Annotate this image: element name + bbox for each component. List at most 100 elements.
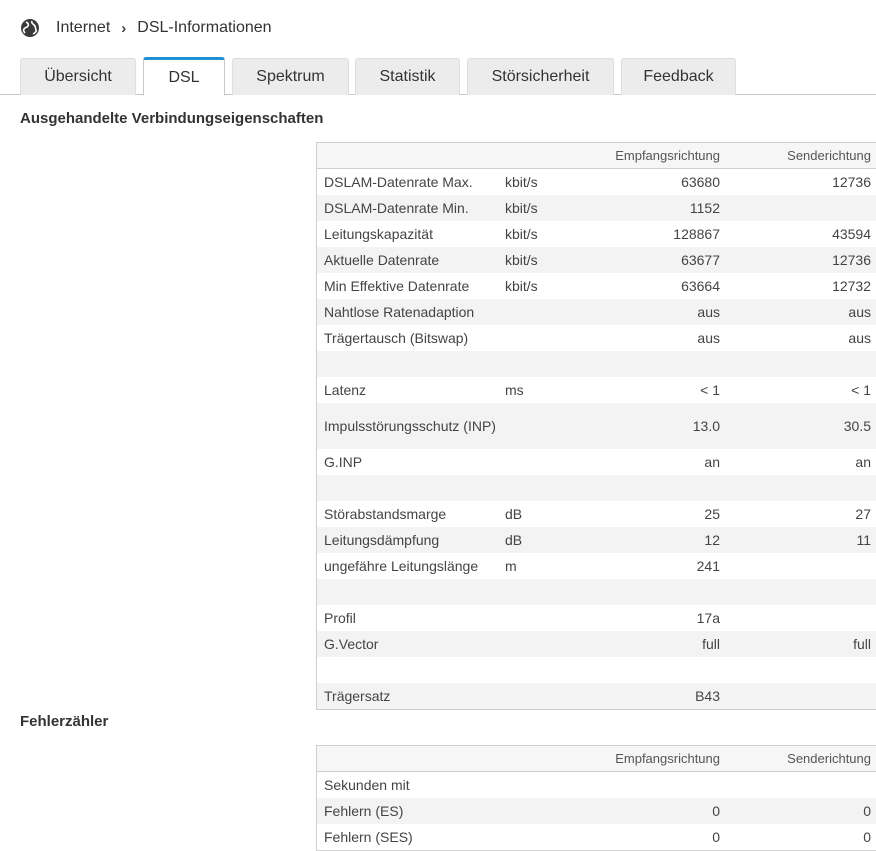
- row-recv-value: 63664: [681, 278, 720, 294]
- tab-statistik[interactable]: Statistik: [355, 58, 460, 95]
- table-row: [317, 351, 876, 377]
- table-row: Nahtlose Ratenadaption aus aus: [317, 299, 876, 325]
- row-label: [324, 351, 504, 377]
- table-header: Empfangsrichtung Senderichtung: [317, 746, 876, 772]
- table-row: Trägersatz B43: [317, 683, 876, 709]
- row-recv-value: aus: [697, 304, 720, 320]
- row-unit: kbit/s: [505, 226, 538, 242]
- row-send-value: 12732: [832, 278, 871, 294]
- row-label: DSLAM-Datenrate Max.: [324, 173, 473, 190]
- table-row: Leitungskapazität kbit/s 128867 43594: [317, 221, 876, 247]
- table-row: Fehlern (ES) 0 0: [317, 798, 876, 824]
- connection-properties-table: Empfangsrichtung Senderichtung DSLAM-Dat…: [316, 142, 876, 710]
- breadcrumb-internet[interactable]: Internet: [56, 19, 110, 37]
- table-header: Empfangsrichtung Senderichtung: [317, 143, 876, 169]
- row-label: [324, 657, 504, 683]
- row-unit: kbit/s: [505, 174, 538, 190]
- row-unit: ms: [505, 382, 524, 398]
- row-label: G.INP: [324, 453, 363, 470]
- table-row: Aktuelle Datenrate kbit/s 63677 12736: [317, 247, 876, 273]
- header-send: Senderichtung: [787, 148, 871, 163]
- row-label: Trägersatz: [324, 687, 391, 704]
- tab-dsl[interactable]: DSL: [143, 57, 225, 96]
- tab-stoersicherheit[interactable]: Störsicherheit: [467, 58, 614, 95]
- row-label: Leitungskapazität: [324, 225, 433, 242]
- row-label: [324, 475, 504, 501]
- row-recv-value: 128867: [673, 226, 720, 242]
- table-row: G.INP an an: [317, 449, 876, 475]
- tab-uebersicht[interactable]: Übersicht: [20, 58, 136, 95]
- row-send-value: full: [853, 636, 871, 652]
- globe-icon: [21, 19, 39, 37]
- row-send-value: 12736: [832, 252, 871, 268]
- row-recv-value: B43: [695, 688, 720, 704]
- row-recv-value: full: [702, 636, 720, 652]
- row-recv-value: 1152: [689, 200, 720, 216]
- table-row: Trägertausch (Bitswap) aus aus: [317, 325, 876, 351]
- table-row: DSLAM-Datenrate Max. kbit/s 63680 12736: [317, 169, 876, 195]
- section-title-connection: Ausgehandelte Verbindungseigenschaften: [20, 110, 324, 127]
- row-recv-value: < 1: [700, 382, 720, 398]
- table-row: ungefähre Leitungslänge m 241: [317, 553, 876, 579]
- table-row: Latenz ms < 1 < 1: [317, 377, 876, 403]
- table-row: Leitungsdämpfung dB 12 11: [317, 527, 876, 553]
- row-send-value: 0: [863, 803, 871, 819]
- row-send-value: an: [855, 454, 871, 470]
- row-recv-value: 25: [704, 506, 720, 522]
- row-recv-value: 0: [712, 829, 720, 845]
- table-row: Fehlern (SES) 0 0: [317, 824, 876, 850]
- row-label: Aktuelle Datenrate: [324, 251, 440, 268]
- table-row: [317, 579, 876, 605]
- row-label: Latenz: [324, 381, 367, 398]
- header-recv: Empfangsrichtung: [615, 148, 720, 163]
- header-send: Senderichtung: [787, 751, 871, 766]
- breadcrumb: Internet › DSL-Informationen: [20, 17, 272, 39]
- table-row: Impulsstörungsschutz (INP) 13.0 30.5: [317, 403, 876, 449]
- row-label: Impulsstörungsschutz (INP): [324, 417, 496, 434]
- table-row: Störabstandsmarge dB 25 27: [317, 501, 876, 527]
- row-unit: dB: [505, 532, 523, 548]
- row-label: Profil: [324, 609, 356, 626]
- row-recv-value: 17a: [696, 610, 720, 626]
- table-row: [317, 657, 876, 683]
- row-recv-value: 0: [712, 803, 720, 819]
- table-row: Min Effektive Datenrate kbit/s 63664 12732: [317, 273, 876, 299]
- row-send-value: < 1: [851, 382, 871, 398]
- row-unit: kbit/s: [505, 200, 538, 216]
- row-label: G.Vector: [324, 635, 379, 652]
- row-label: Sekunden mit: [324, 776, 410, 793]
- section-title-errors: Fehlerzähler: [20, 713, 109, 730]
- row-send-value: 0: [863, 829, 871, 845]
- row-label: [324, 579, 504, 605]
- tab-bar: Übersicht DSL Spektrum Statistik Störsic…: [0, 57, 876, 96]
- header-recv: Empfangsrichtung: [615, 751, 720, 766]
- row-send-value: aus: [848, 304, 871, 320]
- row-send-value: 12736: [832, 174, 871, 190]
- row-recv-value: 13.0: [692, 418, 720, 434]
- row-label: Leitungsdämpfung: [324, 531, 440, 548]
- tab-feedback[interactable]: Feedback: [621, 58, 736, 95]
- error-counter-table: Empfangsrichtung Senderichtung Sekunden …: [316, 745, 876, 851]
- row-unit: dB: [505, 506, 523, 522]
- table-row: DSLAM-Datenrate Min. kbit/s 1152: [317, 195, 876, 221]
- row-send-value: 11: [856, 532, 871, 548]
- breadcrumb-current: DSL-Informationen: [137, 19, 272, 36]
- row-send-value: aus: [848, 330, 871, 346]
- row-label: Trägertausch (Bitswap): [324, 329, 469, 346]
- table-row: Sekunden mit: [317, 772, 876, 798]
- row-label: DSLAM-Datenrate Min.: [324, 199, 469, 216]
- chevron-right-icon: ›: [121, 19, 127, 37]
- row-recv-value: aus: [697, 330, 720, 346]
- row-label: Nahtlose Ratenadaption: [324, 303, 475, 320]
- row-label: Min Effektive Datenrate: [324, 277, 470, 294]
- row-send-value: 30.5: [843, 418, 871, 434]
- table-row: [317, 475, 876, 501]
- row-label: ungefähre Leitungslänge: [324, 557, 479, 574]
- row-recv-value: an: [704, 454, 720, 470]
- row-recv-value: 241: [696, 558, 720, 574]
- tab-spektrum[interactable]: Spektrum: [232, 58, 349, 95]
- row-unit: kbit/s: [505, 252, 538, 268]
- row-label: Fehlern (SES): [324, 828, 413, 845]
- row-recv-value: 12: [704, 532, 720, 548]
- row-unit: m: [505, 558, 517, 574]
